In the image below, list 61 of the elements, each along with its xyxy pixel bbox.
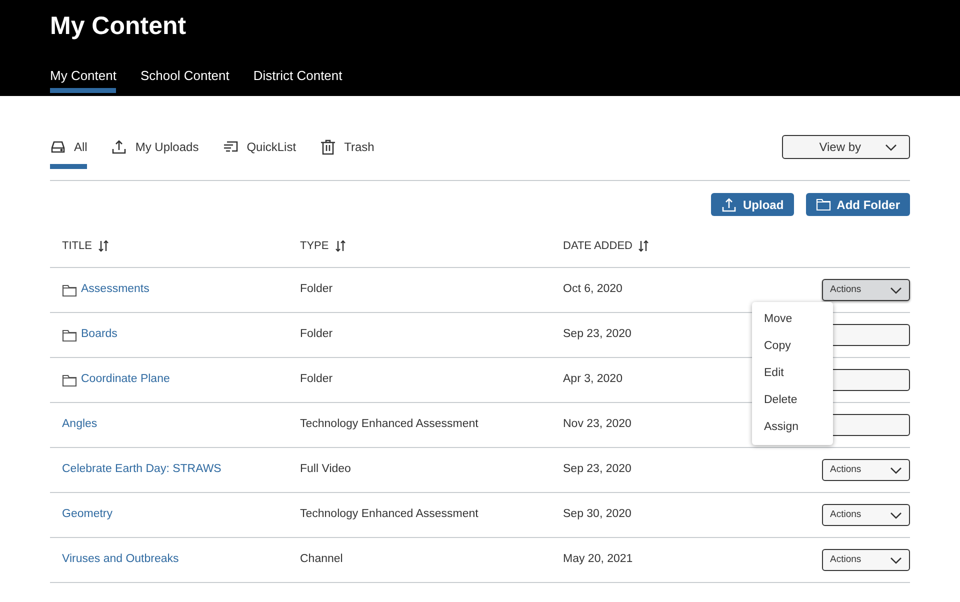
column-header[interactable]: TITLE xyxy=(62,238,92,254)
column-header[interactable]: DATE ADDED xyxy=(563,238,632,254)
date-cell: Sep 23, 2020 xyxy=(563,328,632,340)
chevron-icon xyxy=(890,556,902,564)
title-link[interactable]: Celebrate Earth Day: STRAWS xyxy=(62,461,222,479)
title-link[interactable]: Assessments xyxy=(81,281,150,299)
page-title: My Content xyxy=(50,11,188,42)
nav-tab[interactable]: My Content xyxy=(50,63,116,93)
menu-item[interactable]: Edit xyxy=(752,360,833,387)
upload-icon xyxy=(721,196,737,212)
filter-tab[interactable]: All xyxy=(50,135,88,169)
date-cell: Sep 23, 2020 xyxy=(563,463,632,476)
title-link[interactable]: Geometry xyxy=(62,506,112,524)
menu-item[interactable]: Assign xyxy=(752,414,833,441)
folder-icon xyxy=(816,198,831,211)
type-cell-text: Technology Enhanced Assessment xyxy=(300,507,480,522)
type-cell-text: Folder xyxy=(300,282,334,298)
upload-icon xyxy=(111,138,128,154)
chevron-icon xyxy=(890,512,902,518)
sort-icon[interactable] xyxy=(98,240,109,252)
sort-icon[interactable] xyxy=(638,240,650,252)
column-header[interactable]: TYPE xyxy=(300,238,329,254)
actions-dropdown[interactable]: Actions xyxy=(822,504,910,526)
date-cell: Apr 3, 2020 xyxy=(563,373,622,386)
nav-tab[interactable]: School Content xyxy=(140,63,230,93)
title-link[interactable]: Viruses and Outbreaks xyxy=(62,551,179,569)
chevron-icon xyxy=(890,286,902,294)
date-cell: Nov 23, 2020 xyxy=(563,418,632,430)
drive-icon xyxy=(50,138,66,154)
filter-tab[interactable]: My Uploads xyxy=(111,135,199,169)
type-cell-text: Folder xyxy=(300,327,334,342)
chevron-icon xyxy=(890,466,902,474)
folder-icon xyxy=(62,328,77,342)
title-link[interactable]: Coordinate Plane xyxy=(81,371,170,389)
type-cell-text: Full Video xyxy=(300,462,352,478)
type-cell-text: Technology Enhanced Assessment xyxy=(300,417,480,432)
sort-icon[interactable] xyxy=(334,240,346,252)
chevron-icon xyxy=(885,144,897,150)
folder-icon xyxy=(62,284,77,296)
nav-tab[interactable]: District Content xyxy=(253,63,342,93)
list-icon xyxy=(222,138,239,154)
filter-tab[interactable]: Trash xyxy=(320,135,374,169)
title-link[interactable]: Angles xyxy=(62,416,98,434)
upload-button[interactable]: Upload xyxy=(711,193,794,216)
type-cell-text: Folder xyxy=(300,372,334,388)
actions-dropdown[interactable]: Actions xyxy=(822,549,910,571)
view-by-dropdown[interactable]: View by xyxy=(782,135,910,159)
date-cell: May 20, 2021 xyxy=(563,553,633,566)
date-cell: Sep 30, 2020 xyxy=(563,508,632,520)
menu-item[interactable]: Copy xyxy=(752,333,833,360)
actions-dropdown[interactable]: Actions xyxy=(822,279,910,301)
trash-icon xyxy=(320,138,336,154)
filter-tab[interactable]: QuickList xyxy=(222,135,296,169)
add-folder-button[interactable]: Add Folder xyxy=(806,193,910,216)
title-link[interactable]: Boards xyxy=(81,326,118,344)
date-cell: Oct 6, 2020 xyxy=(563,283,622,296)
actions-dropdown[interactable]: Actions xyxy=(822,459,910,481)
type-cell-text: Channel xyxy=(300,552,344,568)
menu-item[interactable]: Delete xyxy=(752,387,833,414)
folder-icon xyxy=(62,374,77,386)
menu-item[interactable]: Move xyxy=(752,306,833,333)
